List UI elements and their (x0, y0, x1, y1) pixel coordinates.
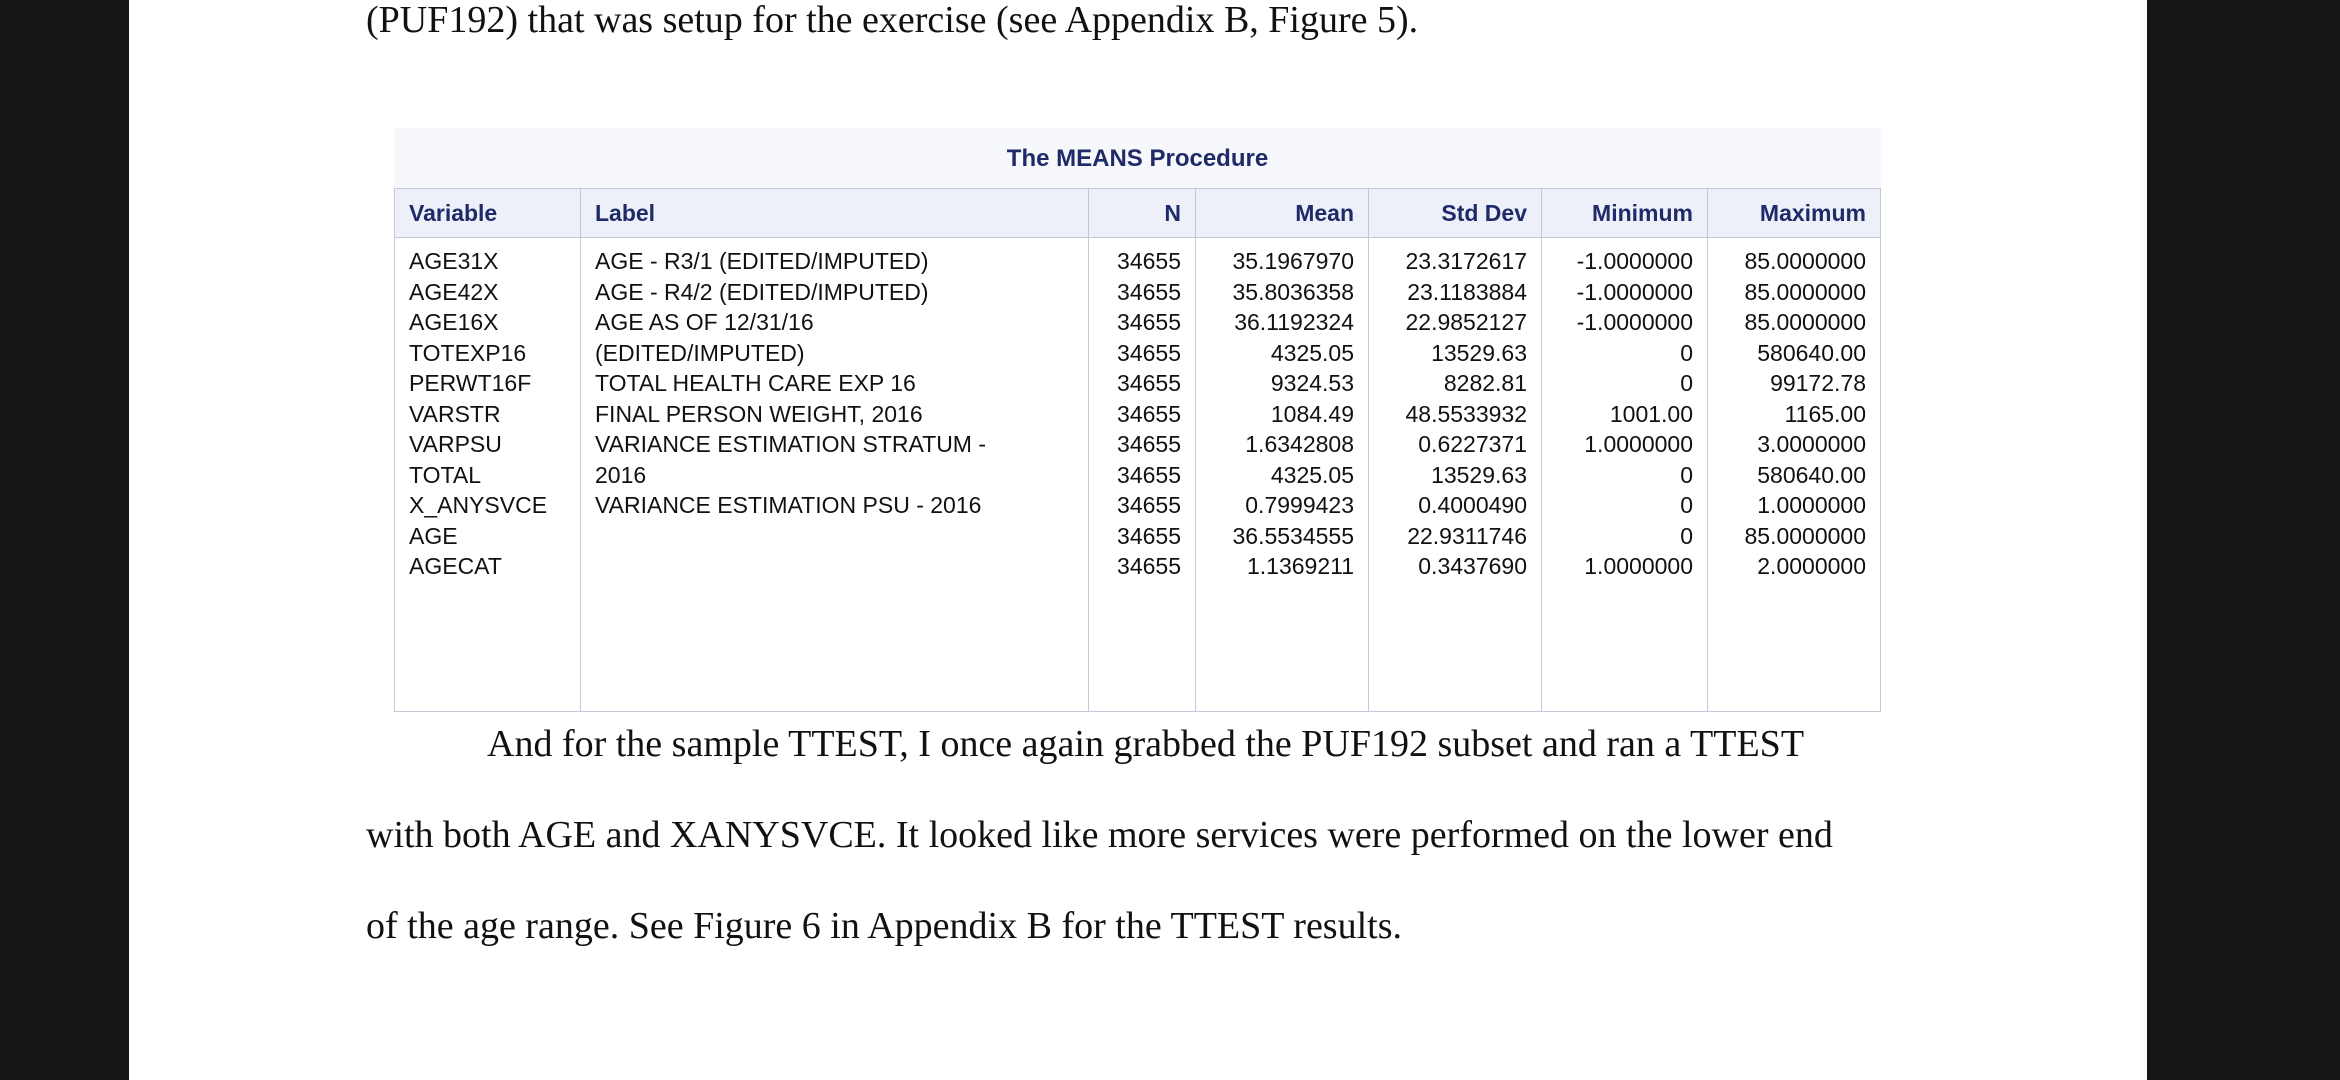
n-cell: 34655 (1117, 400, 1181, 427)
minimum-cell: 1001.00 (1609, 400, 1693, 427)
maximum-cell: 2.0000000 (1757, 553, 1866, 579)
label-cell: (EDITED/IMPUTED) (595, 339, 805, 366)
mean-cell: 36.1192324 (1234, 309, 1354, 335)
std-dev-cell: 23.3172617 (1405, 248, 1527, 274)
mean-cell: 35.1967970 (1232, 248, 1354, 274)
minimum-cell: 1.0000000 (1584, 553, 1693, 579)
std-dev-column: 23.3172617 23.1183884 22.9852127 13529.63 82… (1368, 237, 1542, 712)
n-cell: 34655 (1117, 431, 1181, 457)
std-dev-cell: 0.6227371 (1418, 431, 1527, 457)
maximum-cell: 580640.00 (1757, 339, 1866, 366)
maximum-column: 85.0000000 85.0000000 85.0000000 580640.00 9… (1707, 237, 1881, 712)
minimum-cell: -1.0000000 (1576, 248, 1693, 274)
procedure-title: The MEANS Procedure (394, 128, 1881, 190)
mean-cell: 1.1369211 (1246, 553, 1354, 579)
std-dev-cell: 48.5533932 (1405, 400, 1527, 427)
n-column: 34655 34655 34655 34655 34655 34655 34655 34655… (1088, 237, 1196, 712)
maximum-cell: 85.0000000 (1744, 522, 1866, 549)
minimum-cell: -1.0000000 (1576, 309, 1693, 335)
std-dev-cell: 0.4000490 (1418, 492, 1527, 518)
minimum-cell: 0 (1680, 339, 1693, 366)
label-cell: AGE AS OF 12/31/16 (595, 309, 814, 335)
paragraph-line-1: And for the sample TTEST, I once again g… (487, 723, 1805, 765)
label-cell: TOTAL HEALTH CARE EXP 16 (595, 370, 916, 396)
label-cell: AGE - R4/2 (EDITED/IMPUTED) (595, 278, 929, 305)
n-cell: 34655 (1117, 461, 1181, 488)
document-page: (PUF192) that was setup for the exercise… (129, 0, 2147, 1080)
table-body-row: AGE31X AGE42X AGE16X TOTEXP16 PERWT16F VARSTR… (394, 237, 1881, 712)
variable-cell: AGECAT (409, 553, 502, 579)
n-cell: 34655 (1117, 370, 1181, 396)
header-std-dev: Std Dev (1368, 188, 1542, 238)
header-mean: Mean (1195, 188, 1369, 238)
paragraph-line-2: with both AGE and XANYSVCE. It looked li… (366, 814, 1833, 856)
std-dev-cell: 22.9852127 (1405, 309, 1527, 335)
label-cell: VARIANCE ESTIMATION PSU - 2016 (595, 492, 982, 518)
variable-cell: VARPSU (409, 431, 502, 457)
minimum-cell: 0 (1680, 461, 1693, 488)
minimum-cell: 0 (1680, 522, 1693, 549)
mean-cell: 1084.49 (1270, 400, 1354, 427)
std-dev-cell: 22.9311746 (1407, 522, 1527, 549)
maximum-cell: 85.0000000 (1744, 278, 1866, 305)
maximum-cell: 85.0000000 (1744, 309, 1866, 335)
label-cell: AGE - R3/1 (EDITED/IMPUTED) (595, 248, 929, 274)
label-cell: 2016 (595, 461, 647, 488)
variable-cell: X_ANYSVCE (409, 492, 548, 518)
mean-cell: 4325.05 (1270, 339, 1354, 366)
maximum-cell: 580640.00 (1757, 461, 1866, 488)
maximum-cell: 3.0000000 (1757, 431, 1866, 457)
n-cell: 34655 (1117, 553, 1181, 579)
variable-cell: TOTEXP16 (409, 339, 527, 366)
paragraph-line-3: of the age range. See Figure 6 in Append… (366, 905, 1403, 947)
mean-cell: 0.7999423 (1245, 492, 1354, 518)
label-cell: VARIANCE ESTIMATION STRATUM - (595, 431, 987, 457)
std-dev-cell: 13529.63 (1431, 461, 1527, 488)
header-maximum: Maximum (1707, 188, 1881, 238)
maximum-cell: 85.0000000 (1744, 248, 1866, 274)
sas-means-output: The MEANS Procedure Variable Label N Mea… (394, 128, 1881, 712)
n-cell: 34655 (1117, 248, 1181, 274)
minimum-cell: 0 (1680, 492, 1693, 518)
variable-cell: TOTAL (409, 461, 481, 488)
n-cell: 34655 (1117, 278, 1181, 305)
maximum-cell: 1165.00 (1784, 400, 1866, 427)
std-dev-cell: 23.1183884 (1407, 278, 1527, 305)
minimum-cell: 0 (1680, 370, 1693, 396)
mean-cell: 4325.05 (1270, 461, 1354, 488)
variable-cell: VARSTR (409, 400, 501, 427)
minimum-cell: 1.0000000 (1584, 431, 1693, 457)
mean-cell: 36.5534555 (1232, 522, 1354, 549)
mean-column: 35.1967970 35.8036358 36.1192324 4325.05 932… (1195, 237, 1369, 712)
maximum-cell: 99172.78 (1770, 370, 1866, 396)
label-cell: FINAL PERSON WEIGHT, 2016 (595, 400, 923, 427)
std-dev-cell: 8282.81 (1443, 370, 1527, 396)
variable-cell: PERWT16F (409, 370, 532, 396)
header-label: Label (580, 188, 1089, 238)
n-cell: 34655 (1117, 492, 1181, 518)
header-minimum: Minimum (1541, 188, 1708, 238)
std-dev-cell: 13529.63 (1431, 339, 1527, 366)
maximum-cell: 1.0000000 (1757, 492, 1866, 518)
variable-cell: AGE31X (409, 248, 499, 274)
label-column: AGE - R3/1 (EDITED/IMPUTED) AGE - R4/2 (E… (580, 237, 1089, 712)
variable-column: AGE31X AGE42X AGE16X TOTEXP16 PERWT16F VARSTR… (394, 237, 581, 712)
mean-cell: 35.8036358 (1232, 278, 1354, 305)
mean-cell: 1.6342808 (1245, 431, 1354, 457)
minimum-cell: -1.0000000 (1576, 278, 1693, 305)
header-n: N (1088, 188, 1196, 238)
n-cell: 34655 (1117, 339, 1181, 366)
means-table: Variable Label N Mean Std Dev Minimum Ma… (394, 188, 1881, 712)
table-header-row: Variable Label N Mean Std Dev Minimum Ma… (394, 188, 1881, 238)
variable-cell: AGE42X (409, 278, 499, 305)
top-text-line: (PUF192) that was setup for the exercise… (366, 0, 1419, 41)
std-dev-cell: 0.3437690 (1418, 553, 1527, 579)
n-cell: 34655 (1117, 309, 1181, 335)
mean-cell: 9324.53 (1270, 370, 1354, 396)
variable-cell: AGE16X (409, 309, 499, 335)
variable-cell: AGE (409, 522, 458, 549)
minimum-column: -1.0000000 -1.0000000 -1.0000000 0 0 1001.00 1… (1541, 237, 1708, 712)
header-variable: Variable (394, 188, 581, 238)
n-cell: 34655 (1117, 522, 1181, 549)
